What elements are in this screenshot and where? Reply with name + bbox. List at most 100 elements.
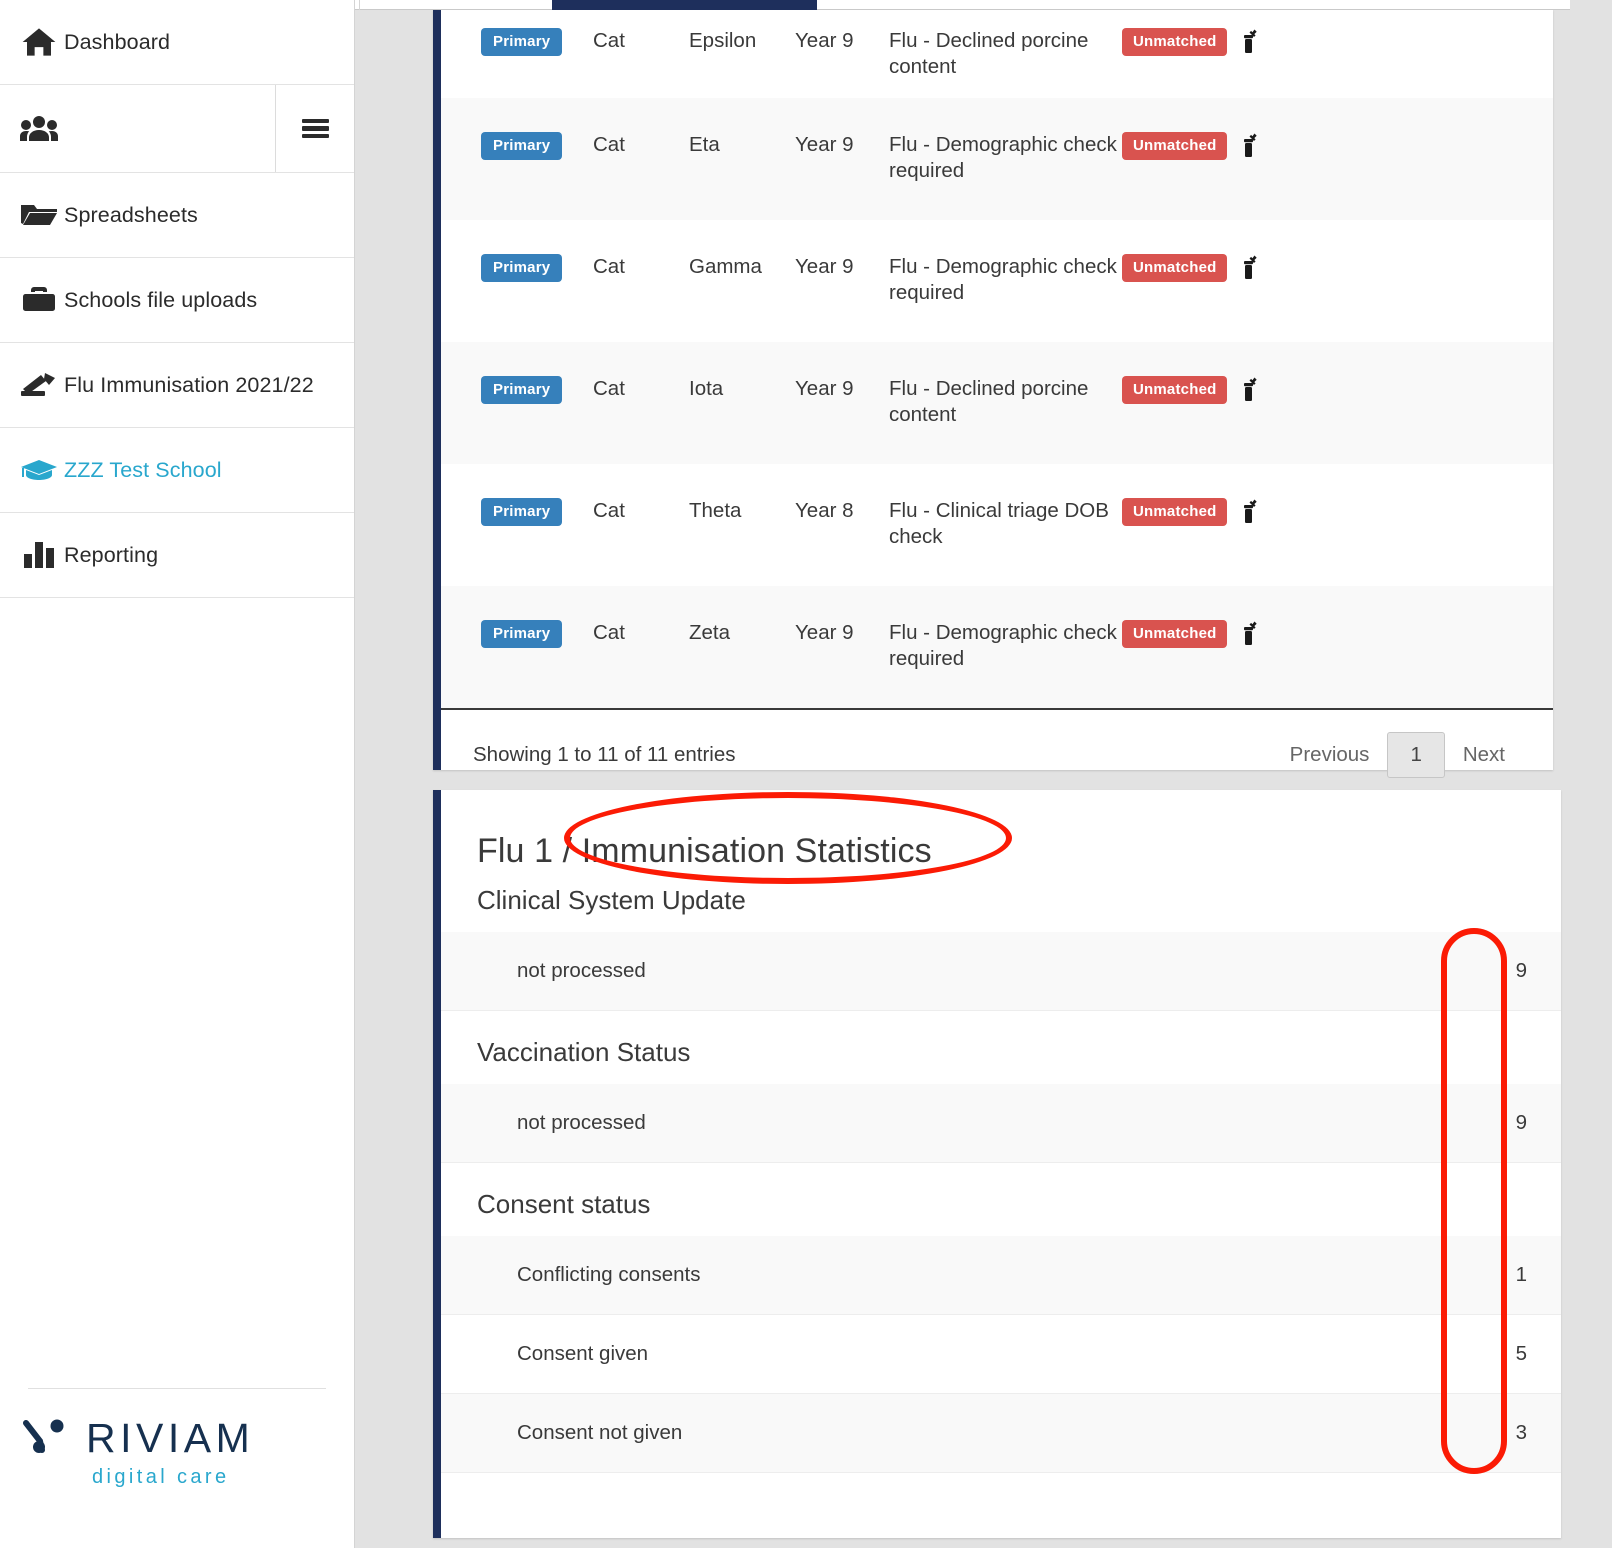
stat-row: not processed 9: [441, 932, 1561, 1011]
stat-label: Consent not given: [517, 1421, 683, 1444]
cell-status-reason: Flu - Demographic check required: [889, 133, 1117, 182]
cell-year-group: Year 9: [795, 29, 854, 52]
pagination-page-1-button[interactable]: 1: [1387, 732, 1445, 778]
cell-action[interactable]: [1237, 254, 1327, 285]
cell-year-group: Year 9: [795, 377, 854, 400]
sidebar-spacer: [0, 598, 354, 1388]
stat-row: not processed 9: [441, 1084, 1561, 1163]
main-content: Primary Cat Epsilon Year 9 Flu - Decline…: [380, 10, 1612, 1548]
cell-match-status: Unmatched: [1122, 620, 1237, 648]
cell-action[interactable]: [1237, 132, 1327, 163]
app-root: Dashboard Spreadsheets Schools file uplo…: [0, 0, 1612, 1548]
stat-label: Consent given: [517, 1342, 649, 1365]
pagination-next-button[interactable]: Next: [1445, 743, 1523, 767]
table-row[interactable]: Primary Cat Zeta Year 9 Flu - Demographi…: [441, 586, 1553, 708]
section-heading-clinical-system-update: Clinical System Update: [477, 885, 746, 915]
cell-year-group: Year 9: [795, 621, 854, 644]
cell-type: Primary: [441, 28, 593, 56]
stat-label: not processed: [517, 959, 646, 982]
folder-icon: [14, 202, 64, 228]
badge-primary: Primary: [481, 132, 563, 160]
cell-status-reason: Flu - Declined porcine content: [889, 377, 1089, 426]
right-gutter: [1570, 0, 1612, 1548]
cell-year-group: Year 9: [795, 133, 854, 156]
badge-primary: Primary: [481, 620, 563, 648]
cell-last-name: Epsilon: [689, 29, 757, 52]
users-icon: [14, 115, 64, 143]
cell-status-reason: Flu - Demographic check required: [889, 621, 1117, 670]
status-badge-unmatched: Unmatched: [1122, 498, 1228, 526]
sidebar-item-flu-immunisation[interactable]: Flu Immunisation 2021/22: [0, 343, 354, 428]
cell-match-status: Unmatched: [1122, 376, 1237, 404]
table-row[interactable]: Primary Cat Eta Year 9 Flu - Demographic…: [441, 98, 1553, 220]
cell-year-group: Year 8: [795, 499, 854, 522]
table-row[interactable]: Primary Cat Epsilon Year 9 Flu - Decline…: [441, 10, 1553, 98]
sidebar-item-dashboard[interactable]: Dashboard: [0, 0, 354, 85]
stat-value: 5: [1515, 1342, 1527, 1365]
cell-type: Primary: [441, 498, 593, 526]
sidebar-item-users[interactable]: [0, 85, 354, 173]
table-pagination: Showing 1 to 11 of 11 entries Previous 1…: [441, 710, 1553, 800]
stat-value: 9: [1515, 959, 1527, 982]
badge-primary: Primary: [481, 498, 563, 526]
sidebar-item-spreadsheets[interactable]: Spreadsheets: [0, 173, 354, 258]
sidebar-item-label-schools-file-uploads: Schools file uploads: [64, 287, 258, 312]
cell-last-name: Eta: [689, 133, 720, 156]
cell-first-name: Cat: [593, 499, 625, 522]
cell-last-name: Iota: [689, 377, 724, 400]
cell-action[interactable]: [1237, 28, 1327, 59]
cell-first-name: Cat: [593, 255, 625, 278]
status-badge-unmatched: Unmatched: [1122, 28, 1228, 56]
vaccine-icon[interactable]: [1237, 498, 1263, 529]
tab-active[interactable]: [552, 0, 817, 10]
sidebar-item-label-zzz-test-school: ZZZ Test School: [64, 457, 222, 482]
pagination-previous-button[interactable]: Previous: [1272, 743, 1388, 767]
cell-type: Primary: [441, 254, 593, 282]
badge-primary: Primary: [481, 254, 563, 282]
cell-action[interactable]: [1237, 620, 1327, 651]
hamburger-icon: [301, 116, 329, 141]
vaccine-icon[interactable]: [1237, 254, 1263, 285]
vaccine-icon[interactable]: [1237, 620, 1263, 651]
table-row[interactable]: Primary Cat Gamma Year 9 Flu - Demograph…: [441, 220, 1553, 342]
brand-logo: RIVIAM digital care: [0, 1389, 354, 1489]
cell-action[interactable]: [1237, 498, 1327, 529]
table-row[interactable]: Primary Cat Theta Year 8 Flu - Clinical …: [441, 464, 1553, 586]
sidebar: Dashboard Spreadsheets Schools file uplo…: [0, 0, 355, 1548]
sidebar-item-zzz-test-school[interactable]: ZZZ Test School: [0, 428, 354, 513]
cell-last-name: Gamma: [689, 255, 762, 278]
cell-last-name: Theta: [689, 499, 742, 522]
status-badge-unmatched: Unmatched: [1122, 376, 1228, 404]
sidebar-menu-toggle-button[interactable]: [275, 85, 354, 172]
sidebar-item-reporting[interactable]: Reporting: [0, 513, 354, 598]
stat-value: 1: [1515, 1263, 1527, 1286]
stat-row: Consent given 5: [441, 1315, 1561, 1394]
cell-first-name: Cat: [593, 133, 625, 156]
vaccine-icon[interactable]: [1237, 132, 1263, 163]
cell-status-reason: Flu - Clinical triage DOB check: [889, 499, 1109, 548]
cell-last-name: Zeta: [689, 621, 731, 644]
stat-label: not processed: [517, 1111, 646, 1134]
stat-value: 3: [1515, 1421, 1527, 1444]
cell-type: Primary: [441, 376, 593, 404]
status-badge-unmatched: Unmatched: [1122, 254, 1228, 282]
sidebar-item-label-spreadsheets: Spreadsheets: [64, 202, 198, 227]
stat-row: Conflicting consents 1: [441, 1236, 1561, 1315]
cell-action[interactable]: [1237, 376, 1327, 407]
stat-label: Conflicting consents: [517, 1263, 701, 1286]
sidebar-item-schools-file-uploads[interactable]: Schools file uploads: [0, 258, 354, 343]
section-heading-vaccination-status: Vaccination Status: [477, 1037, 691, 1067]
vaccine-icon[interactable]: [1237, 376, 1263, 407]
table-row[interactable]: Primary Cat Iota Year 9 Flu - Declined p…: [441, 342, 1553, 464]
cell-match-status: Unmatched: [1122, 254, 1237, 282]
sidebar-item-label-reporting: Reporting: [64, 542, 159, 567]
graduation-cap-icon: [14, 458, 64, 482]
vaccine-icon[interactable]: [1237, 28, 1263, 59]
status-badge-unmatched: Unmatched: [1122, 620, 1228, 648]
cell-match-status: Unmatched: [1122, 28, 1237, 56]
vaccine-stack-icon: [14, 371, 64, 399]
page-title: Flu 1 / Immunisation Statistics: [477, 832, 932, 870]
bar-chart-icon: [14, 542, 64, 568]
cell-match-status: Unmatched: [1122, 132, 1237, 160]
status-badge-unmatched: Unmatched: [1122, 132, 1228, 160]
